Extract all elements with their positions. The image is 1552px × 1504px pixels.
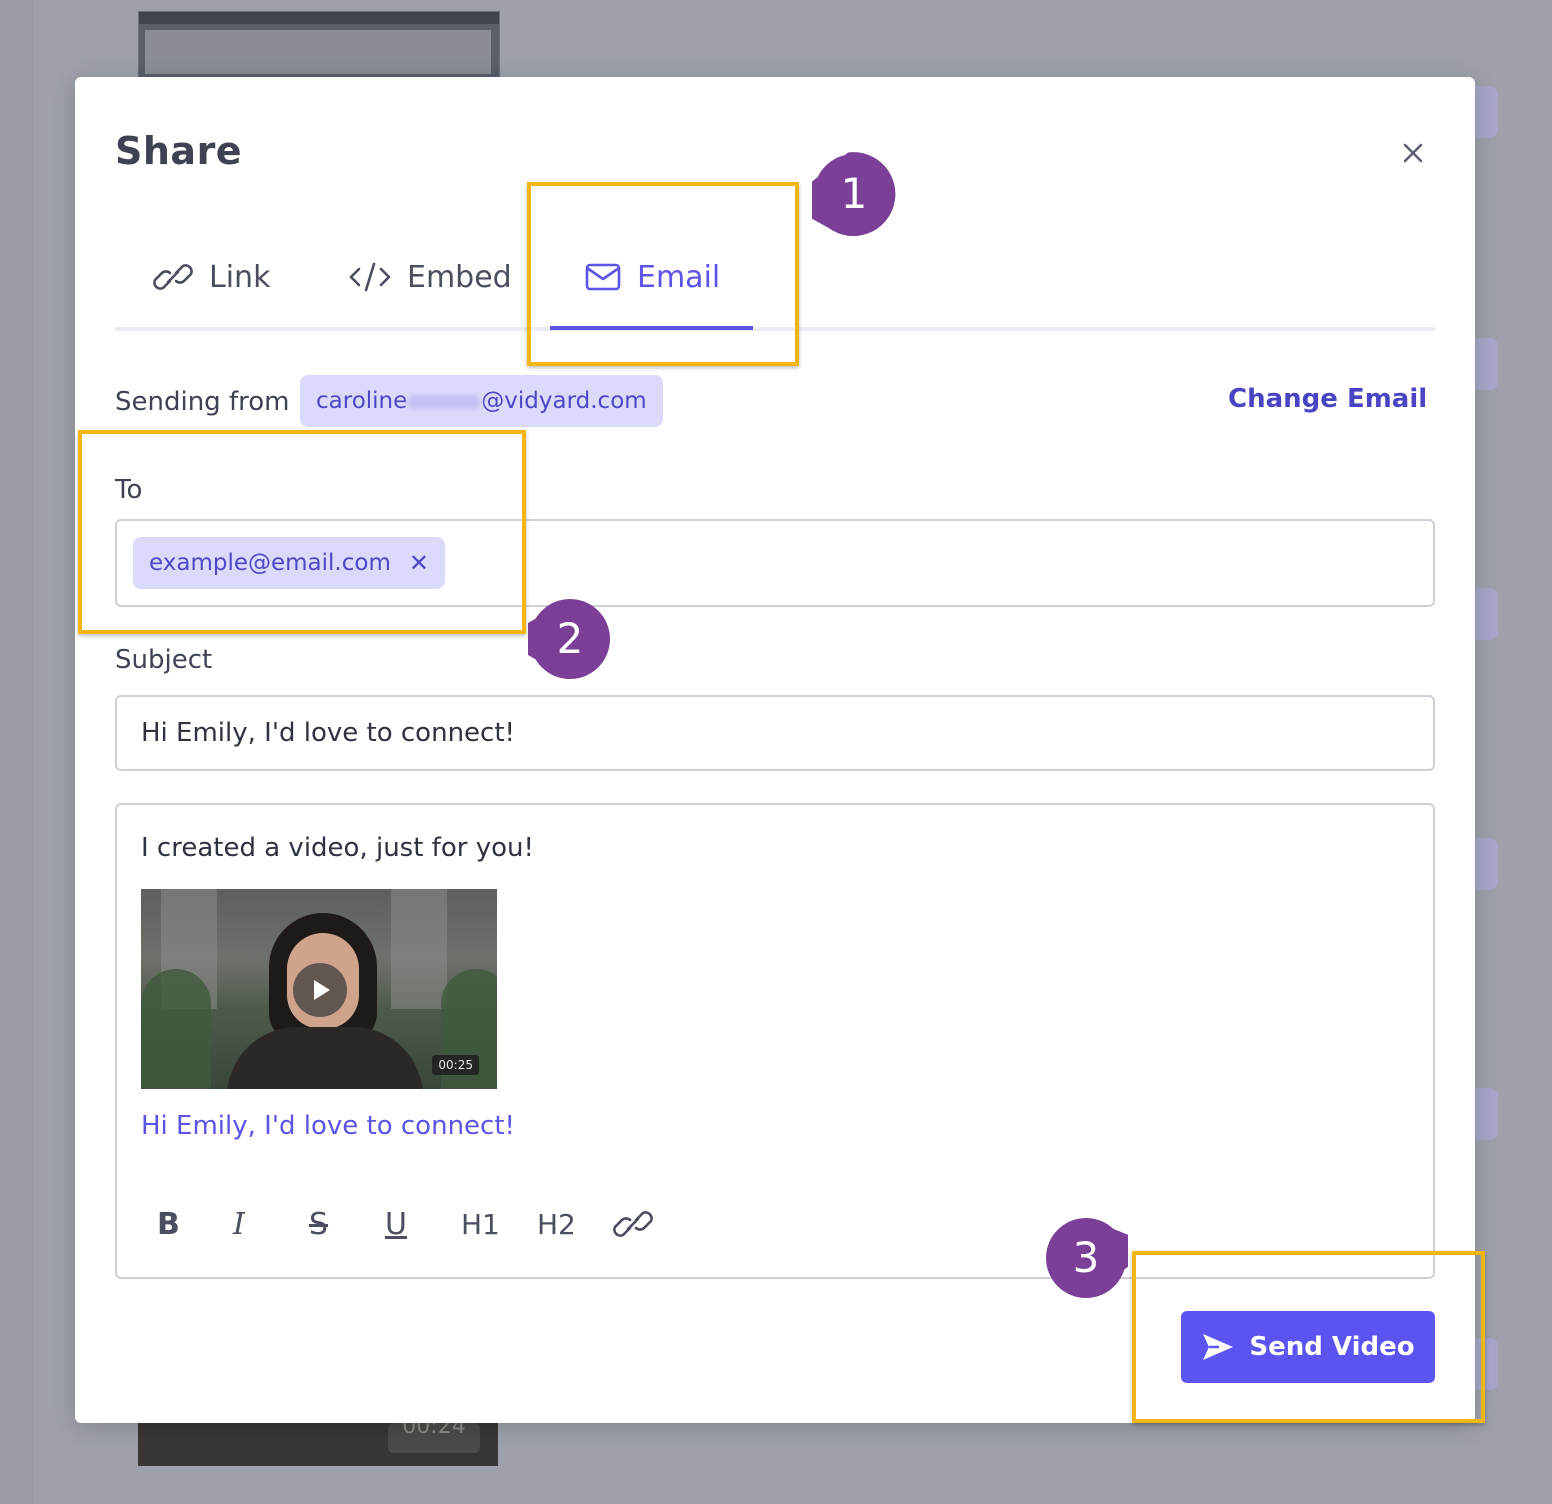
step-marker-1: 1 — [784, 152, 896, 237]
background-window — [391, 889, 447, 1009]
step-marker-2: 2 — [500, 597, 612, 681]
close-icon[interactable] — [1397, 137, 1429, 169]
sending-from-label: Sending from — [115, 387, 290, 417]
background-plant — [141, 969, 211, 1089]
subject-field[interactable]: Hi Emily, I'd love to connect! — [115, 695, 1435, 771]
tab-link-label: Link — [209, 259, 271, 295]
play-icon[interactable] — [293, 963, 347, 1017]
background-duration: 00:24 — [388, 1423, 480, 1453]
insert-link-icon[interactable] — [613, 1199, 689, 1249]
change-email-link[interactable]: Change Email — [1228, 384, 1427, 414]
modal-title: Share — [115, 129, 243, 173]
tab-embed[interactable]: Embed — [349, 227, 512, 327]
message-intro: I created a video, just for you! — [141, 833, 534, 863]
strikethrough-button[interactable]: S — [309, 1199, 385, 1249]
heading1-button[interactable]: H1 — [461, 1199, 537, 1249]
background-thumbnail — [138, 11, 500, 79]
message-body-editor[interactable]: I created a video, just for you! 00:25 H… — [115, 803, 1435, 1279]
step-marker-3: 3 — [1044, 1216, 1156, 1300]
underline-button[interactable]: U — [385, 1199, 461, 1249]
bold-button[interactable]: B — [157, 1199, 233, 1249]
person-body — [227, 1027, 423, 1089]
tab-embed-label: Embed — [407, 259, 512, 295]
step-number: 1 — [840, 169, 868, 218]
video-duration: 00:25 — [432, 1055, 479, 1075]
step-number: 2 — [556, 614, 584, 663]
video-thumbnail[interactable]: 00:25 — [141, 889, 497, 1089]
step-number: 3 — [1072, 1233, 1100, 1282]
highlight-email-tab — [527, 182, 799, 366]
sending-from-prefix: caroline — [316, 388, 408, 414]
sending-from-address: caroline @vidyard.com — [300, 375, 663, 427]
highlight-send-button — [1132, 1251, 1485, 1423]
tab-link[interactable]: Link — [153, 227, 270, 327]
heading2-button[interactable]: H2 — [537, 1199, 613, 1249]
video-link[interactable]: Hi Emily, I'd love to connect! — [141, 1111, 515, 1141]
highlight-to-field — [78, 430, 526, 634]
subject-label: Subject — [115, 645, 213, 675]
background-sidebar — [0, 0, 34, 1504]
formatting-toolbar: B I S U H1 H2 — [157, 1199, 689, 1249]
redacted-text — [407, 394, 482, 409]
background-thumbnail: 00:24 — [138, 1423, 498, 1466]
italic-button[interactable]: I — [233, 1199, 309, 1249]
sending-from-suffix: @vidyard.com — [481, 388, 647, 414]
link-icon — [153, 261, 193, 293]
code-icon — [349, 261, 391, 293]
subject-value: Hi Emily, I'd love to connect! — [141, 718, 515, 748]
